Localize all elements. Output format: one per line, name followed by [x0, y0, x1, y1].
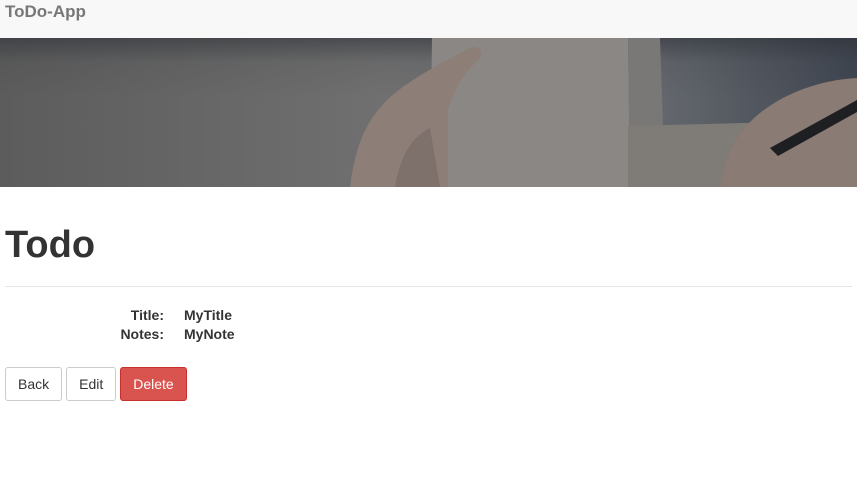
- notes-value: MyNote: [184, 326, 235, 342]
- detail-row-notes: Notes: MyNote: [0, 326, 400, 345]
- delete-button[interactable]: Delete: [120, 367, 187, 401]
- hero-image: [0, 38, 857, 187]
- title-label: Title:: [130, 307, 164, 323]
- title-value: MyTitle: [184, 307, 232, 323]
- detail-row-title: Title: MyTitle: [0, 307, 400, 326]
- divider: [5, 286, 852, 287]
- action-buttons: Back Edit Delete: [5, 367, 187, 401]
- edit-button[interactable]: Edit: [66, 367, 117, 401]
- back-button[interactable]: Back: [5, 367, 63, 401]
- page-title: Todo: [5, 224, 96, 266]
- todo-details: Title: MyTitle Notes: MyNote: [0, 307, 400, 345]
- brand-link[interactable]: ToDo-App: [5, 3, 86, 21]
- notes-label: Notes:: [120, 326, 164, 342]
- hero-banner: [0, 38, 857, 187]
- navbar: ToDo-App: [0, 0, 857, 38]
